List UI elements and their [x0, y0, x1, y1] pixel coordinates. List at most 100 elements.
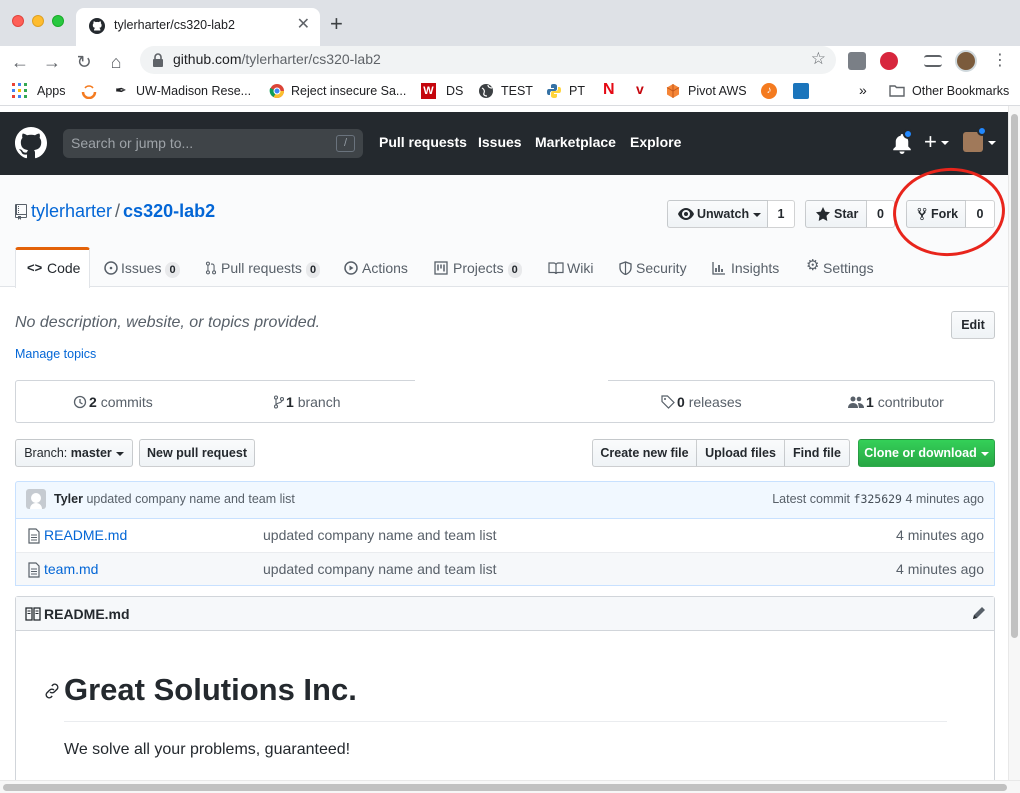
header-nav-pull-requests[interactable]: Pull requests: [379, 134, 467, 150]
play-circle-icon: [344, 261, 358, 275]
back-icon[interactable]: ←: [8, 50, 32, 74]
user-menu-caret-icon[interactable]: [988, 141, 996, 145]
upload-files-button[interactable]: Upload files: [696, 439, 785, 467]
edit-description-button[interactable]: Edit: [951, 311, 995, 339]
watchers-count[interactable]: 1: [768, 200, 795, 228]
browser-profile-avatar[interactable]: [955, 50, 977, 72]
branches-link[interactable]: 1 branch: [274, 394, 341, 410]
commits-link[interactable]: 2 commits: [73, 394, 153, 410]
tab-close-icon[interactable]: ✕: [297, 16, 310, 34]
search-placeholder: Search or jump to...: [71, 135, 194, 151]
horizontal-scroll-thumb[interactable]: [3, 784, 1007, 791]
globe-icon: [479, 84, 493, 98]
code-icon: <>: [27, 260, 43, 275]
header-nav-issues[interactable]: Issues: [478, 134, 522, 150]
commit-author[interactable]: Tyler: [54, 492, 83, 506]
readme-paragraph: We solve all your problems, guaranteed!: [64, 741, 351, 758]
lock-icon: [153, 53, 163, 67]
unwatch-button[interactable]: Unwatch: [667, 200, 768, 228]
graph-icon: [712, 262, 725, 275]
file-text-icon: [28, 562, 40, 578]
releases-link[interactable]: 0 releases: [661, 394, 742, 410]
pivot-aws-logo-icon: [666, 84, 680, 98]
tab-code[interactable]: <> Code: [15, 247, 90, 288]
link-anchor-icon[interactable]: [44, 683, 60, 699]
repo-name-link[interactable]: cs320-lab2: [123, 201, 215, 221]
branch-caret-icon: [115, 451, 124, 456]
bookmark-pivot-aws[interactable]: Pivot AWS: [688, 84, 747, 98]
extension-adblock-icon[interactable]: [880, 52, 898, 70]
heading-divider: [64, 721, 947, 722]
file-age: 4 minutes ago: [896, 527, 984, 543]
other-bookmarks[interactable]: Other Bookmarks: [912, 84, 1009, 98]
new-tab-icon[interactable]: +: [330, 13, 343, 35]
manage-topics-link[interactable]: Manage topics: [15, 347, 96, 361]
commit-author-avatar[interactable]: [26, 489, 46, 509]
bookmark-wisc-w-icon: W: [421, 83, 436, 99]
home-icon[interactable]: ⌂: [104, 50, 128, 74]
tab-code-label: Code: [47, 260, 81, 276]
address-bar[interactable]: github.com/tylerharter/cs320-lab2 ☆: [140, 46, 836, 74]
eye-icon: [678, 208, 694, 220]
file-age: 4 minutes ago: [896, 561, 984, 577]
bookmarks-overflow-icon[interactable]: »: [859, 82, 867, 98]
file-commit-message[interactable]: updated company name and team list: [263, 561, 496, 577]
bookmark-uw-madison[interactable]: UW-Madison Rese...: [136, 84, 251, 98]
stars-count[interactable]: 0: [867, 200, 895, 228]
window-close-button[interactable]: [12, 15, 24, 27]
summary-gap: [415, 380, 608, 384]
bookmark-orange-arc-icon: [81, 85, 97, 99]
file-name-link[interactable]: README.md: [44, 527, 127, 543]
bookmark-pt[interactable]: PT: [569, 84, 585, 98]
tab-issues-label: Issues: [121, 260, 162, 276]
commit-summary: Tyler updated company name and team list: [54, 492, 295, 506]
star-button[interactable]: Star: [805, 200, 867, 228]
create-new-plus-icon[interactable]: +: [924, 131, 937, 153]
window-maximize-button[interactable]: [52, 15, 64, 27]
commit-age: 4 minutes ago: [905, 492, 984, 506]
bookmark-star-icon[interactable]: ☆: [811, 49, 826, 69]
browser-tab[interactable]: tylerharter/cs320-lab2 ✕: [76, 8, 320, 46]
search-shortcut-key: /: [336, 135, 355, 152]
github-search-input[interactable]: Search or jump to... /: [63, 129, 363, 158]
bookmark-test[interactable]: TEST: [501, 84, 533, 98]
clone-or-download-button[interactable]: Clone or download: [858, 439, 995, 467]
create-new-caret-icon[interactable]: [941, 141, 949, 145]
repo-header: tylerharter / cs320-lab2 Unwatch 1 Star 0 …: [0, 175, 1008, 288]
github-favicon-icon: [89, 18, 105, 34]
create-new-file-button[interactable]: Create new file: [592, 439, 697, 467]
file-name-link[interactable]: team.md: [44, 561, 98, 577]
repo-owner-link[interactable]: tylerharter: [31, 201, 112, 221]
clone-caret-icon: [980, 451, 989, 456]
header-nav-explore[interactable]: Explore: [630, 134, 681, 150]
reload-icon[interactable]: ↻: [72, 50, 96, 74]
people-icon: [848, 396, 864, 408]
browser-menu-icon[interactable]: ⋮: [992, 52, 1008, 70]
file-commit-message[interactable]: updated company name and team list: [263, 527, 496, 543]
horizontal-scrollbar[interactable]: [0, 780, 1020, 793]
pencil-icon[interactable]: [970, 606, 986, 622]
branch-select-button[interactable]: Branch: master: [15, 439, 133, 467]
v-logo-icon: v: [636, 81, 644, 97]
tag-icon: [661, 395, 675, 409]
commit-sha-link[interactable]: f325629: [854, 492, 902, 506]
vertical-scroll-thumb[interactable]: [1011, 114, 1018, 638]
extension-star-icon[interactable]: [848, 52, 866, 70]
find-file-button[interactable]: Find file: [784, 439, 850, 467]
bookmark-reject-insecure[interactable]: Reject insecure Sa...: [291, 84, 406, 98]
github-octocat-logo-icon[interactable]: [15, 127, 47, 159]
apps-grid-icon[interactable]: [12, 83, 27, 98]
new-pull-request-button[interactable]: New pull request: [139, 439, 255, 467]
readme-panel: README.md Great Solutions Inc. We solve …: [15, 596, 995, 793]
media-control-icon[interactable]: [924, 55, 942, 67]
bookmark-apps[interactable]: Apps: [37, 84, 66, 98]
header-nav-marketplace[interactable]: Marketplace: [535, 134, 616, 150]
forward-icon[interactable]: →: [40, 50, 64, 74]
contributors-link[interactable]: 1 contributor: [848, 394, 944, 410]
gear-icon: ⚙: [806, 257, 820, 274]
book-icon: [548, 262, 564, 275]
bookmark-ds[interactable]: DS: [446, 84, 463, 98]
window-minimize-button[interactable]: [32, 15, 44, 27]
vertical-scrollbar[interactable]: [1008, 106, 1020, 780]
commit-message-link[interactable]: updated company name and team list: [86, 492, 294, 506]
